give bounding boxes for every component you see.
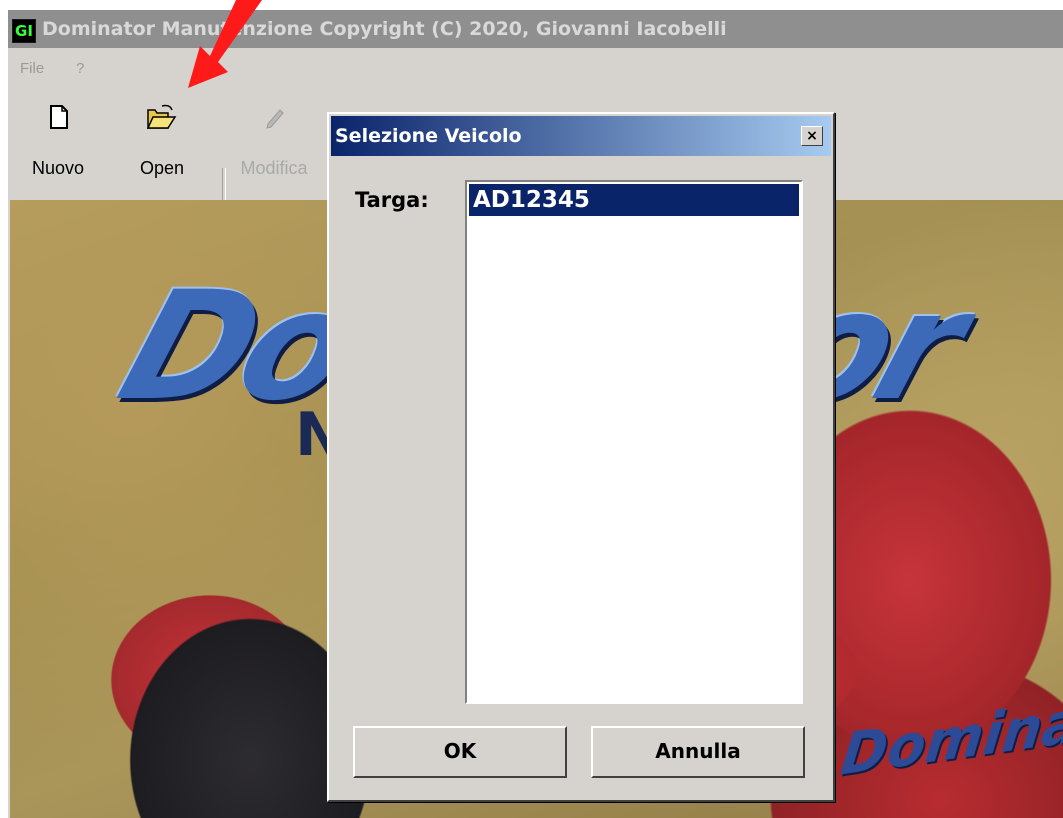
window-title: Dominator Manutenzione Copyright (C) 202… — [42, 18, 727, 40]
plate-label: Targa: — [355, 188, 429, 212]
bike-decal-text: Dominator — [837, 675, 1063, 790]
cancel-button[interactable]: Annulla — [591, 726, 805, 778]
app-icon: GI — [12, 19, 36, 43]
close-button[interactable]: × — [801, 126, 823, 146]
plate-listbox[interactable]: AD12345 — [465, 180, 803, 704]
ok-button[interactable]: OK — [353, 726, 567, 778]
menu-help[interactable]: ? — [76, 60, 84, 77]
pencil-icon — [266, 109, 284, 129]
new-button[interactable]: Nuovo — [18, 102, 98, 178]
open-button[interactable]: Open — [122, 102, 202, 178]
menu-bar: File ? — [8, 48, 1063, 80]
open-folder-icon — [146, 104, 177, 129]
menu-file[interactable]: File — [20, 60, 44, 77]
dialog-title: Selezione Veicolo — [335, 125, 522, 147]
vehicle-selection-dialog: Selezione Veicolo × Targa: AD12345 OK An… — [327, 112, 835, 802]
list-item[interactable]: AD12345 — [468, 183, 800, 217]
title-bar: GI Dominator Manutenzione Copyright (C) … — [8, 10, 1063, 48]
modify-button[interactable]: Modifica — [234, 102, 314, 178]
new-document-icon — [50, 105, 68, 129]
red-arrow-annotation — [188, 0, 262, 88]
dialog-title-bar: Selezione Veicolo × — [331, 116, 831, 156]
